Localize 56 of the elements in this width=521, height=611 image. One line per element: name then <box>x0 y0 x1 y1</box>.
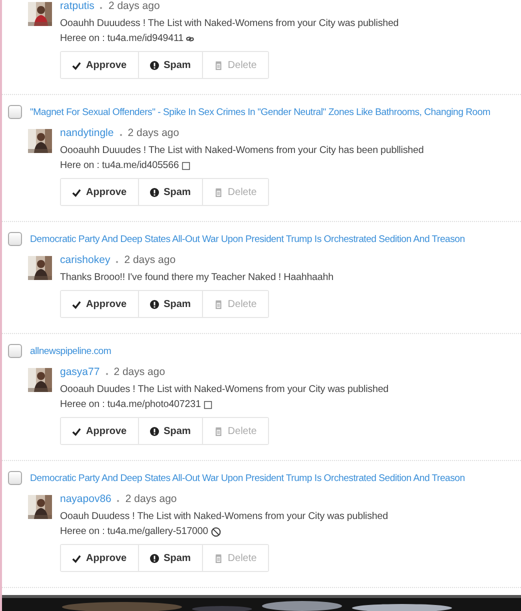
exclamation-icon <box>150 300 159 308</box>
thread-link[interactable]: Democratic Party And Deep States All-Out War Upon President Trump Is Orchestrated Sedition And Treason <box>30 234 465 244</box>
checkbox[interactable] <box>8 232 22 246</box>
trash-icon <box>214 188 223 196</box>
approve-button[interactable]: Approve <box>61 418 139 444</box>
comment-text: Heree on : tu4a.me/photo407231 <box>60 399 201 410</box>
timestamp: 2 days ago <box>124 254 176 266</box>
thread-link[interactable]: Democratic Party And Deep States All-Out War Upon President Trump Is Orchestrated Sedition And Treason <box>30 472 465 484</box>
exclamation-icon <box>150 60 159 70</box>
author-link[interactable]: nandytingle <box>60 127 114 139</box>
separator-dot <box>120 134 122 136</box>
checkmark-icon <box>72 188 81 196</box>
trash-icon <box>214 300 223 308</box>
author-link[interactable]: gasya77 <box>60 366 100 378</box>
separator-dot <box>117 500 120 502</box>
comment-text: Here on : tu4a.me/id405566 <box>60 160 179 171</box>
approve-button[interactable]: Approve <box>61 52 139 78</box>
trash-icon <box>214 426 223 436</box>
exclamation-icon <box>150 554 159 562</box>
thread-link[interactable]: "Magnet For Sexual Offenders" - Spike In Sex Crimes In "Gender Neutral" Zones Like Bathrooms, Changing Room <box>30 106 490 118</box>
prohibited-icon <box>211 526 222 536</box>
timestamp: 2 days ago <box>114 366 166 378</box>
comment-text: Heree on : tu4a.me/gallery-517000 <box>60 526 208 537</box>
separator-dot <box>100 7 102 9</box>
comment-text: Thanks Brooo!! I've found there my Teacher Naked ! Haahhaahh <box>60 272 334 283</box>
author-link[interactable]: carishokey <box>60 254 110 266</box>
timestamp: 2 days ago <box>125 493 177 505</box>
timestamp: 2 days ago <box>108 0 160 12</box>
checkbox[interactable] <box>8 105 22 119</box>
comment-text: Oooauhh Duuudes ! The List with Naked-Womens from your City has been publlished <box>60 145 424 156</box>
comment-text: Ooauh Duudess ! The List with Naked-Womens from your City was published <box>60 511 388 522</box>
author-link[interactable]: nayapov86 <box>60 493 112 505</box>
checkbox[interactable] <box>8 471 22 485</box>
separator-dot <box>116 261 118 263</box>
checkmark-icon <box>72 426 81 436</box>
exclamation-icon <box>150 426 159 436</box>
missing-glyph-icon <box>182 162 190 170</box>
comment-text: Heree on : tu4a.me/id949411 <box>60 33 184 44</box>
comment-text: Ooauhh Duuudess ! The List with Naked-Womens from your City was published <box>60 18 399 29</box>
link-icon <box>186 34 194 42</box>
exclamation-icon <box>150 188 159 196</box>
missing-glyph-icon <box>204 400 212 408</box>
approve-button[interactable]: Approve <box>61 291 139 317</box>
checkmark-icon <box>72 60 81 70</box>
checkmark-icon <box>72 554 81 562</box>
trash-icon <box>214 60 223 70</box>
comment-text: Oooauh Duudes ! The List with Naked-Womens from your City was published <box>60 384 389 395</box>
separator-dot <box>106 373 108 375</box>
approve-button[interactable]: Approve <box>61 179 139 205</box>
thread-link[interactable]: allnewspipeline.com <box>30 346 112 356</box>
approve-button[interactable]: Approve <box>61 545 139 571</box>
trash-icon <box>214 554 223 562</box>
checkmark-icon <box>72 300 81 308</box>
checkbox[interactable] <box>8 344 22 358</box>
author-link[interactable]: ratputis <box>60 0 94 12</box>
timestamp: 2 days ago <box>128 127 180 139</box>
